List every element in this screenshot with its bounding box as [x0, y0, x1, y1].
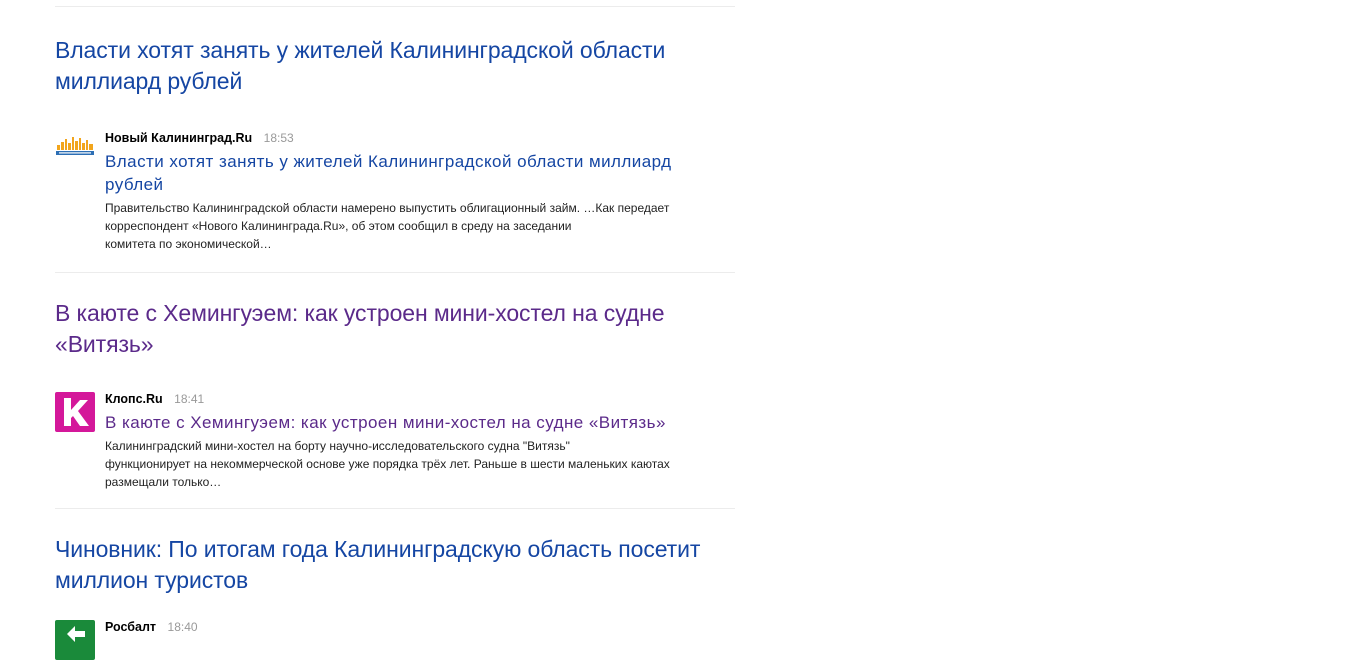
- snippet-line: размещали только…: [105, 475, 222, 489]
- article-snippet: Калининградский мини-хостел на борту нау…: [105, 437, 725, 491]
- article-title-link[interactable]: В каюте с Хемингуэем: как устроен мини-х…: [105, 411, 735, 434]
- source-name[interactable]: Новый Калининград.Ru: [105, 131, 252, 145]
- source-line: Росбалт 18:40: [105, 620, 735, 635]
- article-snippet: Правительство Калининградской области на…: [105, 199, 725, 253]
- source-item: Росбалт 18:40: [55, 620, 735, 660]
- source-name[interactable]: Клопс.Ru: [105, 392, 163, 406]
- publish-time: 18:40: [167, 620, 198, 634]
- story-cluster: Чиновник: По итогам года Калининградскую…: [55, 509, 735, 660]
- snippet-line: комитета по экономической…: [105, 237, 272, 251]
- story-title-link[interactable]: Чиновник: По итогам года Калининградскую…: [55, 534, 735, 596]
- article-title-link[interactable]: Власти хотят занять у жителей Калинингра…: [105, 150, 735, 196]
- news-feed: Власти хотят занять у жителей Калинингра…: [55, 0, 735, 660]
- source-item: Новый Калининград.Ru 18:53 Власти хотят …: [55, 131, 735, 253]
- snippet-line: Правительство Калининградской области на…: [105, 201, 670, 215]
- klops-logo-icon[interactable]: [55, 392, 95, 432]
- snippet-line: корреспондент «Нового Калининграда.Ru», …: [105, 219, 572, 233]
- story-cluster: В каюте с Хемингуэем: как устроен мини-х…: [55, 273, 735, 491]
- source-line: Новый Калининград.Ru 18:53: [105, 131, 735, 146]
- source-line: Клопс.Ru 18:41: [105, 392, 735, 407]
- story-title-link[interactable]: В каюте с Хемингуэем: как устроен мини-х…: [55, 298, 695, 360]
- story-cluster: Власти хотят занять у жителей Калинингра…: [55, 7, 735, 253]
- publish-time: 18:53: [263, 131, 294, 145]
- rosbalt-logo-icon[interactable]: [55, 620, 95, 660]
- novy-kaliningrad-logo-icon[interactable]: [55, 131, 95, 171]
- snippet-line: функционирует на некоммерческой основе у…: [105, 457, 670, 471]
- snippet-line: Калининградский мини-хостел на борту нау…: [105, 439, 570, 453]
- publish-time: 18:41: [174, 392, 205, 406]
- source-name[interactable]: Росбалт: [105, 620, 156, 634]
- story-title-link[interactable]: Власти хотят занять у жителей Калинингра…: [55, 35, 695, 97]
- source-item: Клопс.Ru 18:41 В каюте с Хемингуэем: как…: [55, 392, 735, 491]
